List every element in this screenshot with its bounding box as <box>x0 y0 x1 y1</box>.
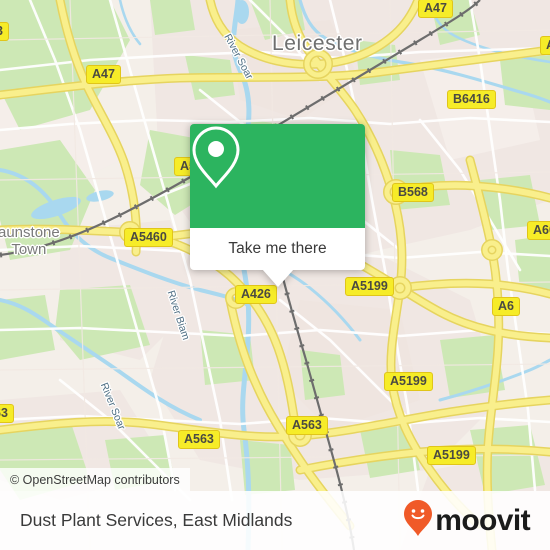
road-shield: A5460 <box>124 228 173 247</box>
footer-bar: Dust Plant Services, East Midlands moovi… <box>0 491 550 550</box>
road-shield: A <box>540 36 550 55</box>
road-shield: 3 <box>0 22 9 41</box>
moovit-smiley-pin-icon <box>403 499 433 542</box>
place-label-line2: Town <box>11 241 47 258</box>
map-attribution[interactable]: © OpenStreetMap contributors <box>0 468 190 491</box>
take-me-there-button[interactable]: Take me there <box>190 228 365 270</box>
location-title: Dust Plant Services, East Midlands <box>20 510 293 530</box>
road-shield: A426 <box>235 285 277 304</box>
take-me-there-label: Take me there <box>228 240 327 257</box>
road-shield: A563 <box>286 416 328 435</box>
road-shield: B568 <box>392 183 434 202</box>
popup-pointer <box>261 269 294 287</box>
map-canvas[interactable]: Leicester aunstone Town River Soar River… <box>0 0 550 550</box>
moovit-logo[interactable]: moovit <box>403 499 531 542</box>
map-label-braunstone-town: aunstone Town <box>0 224 60 258</box>
road-shield: A6 <box>492 297 520 316</box>
road-shield: A60 <box>527 221 550 240</box>
map-label-leicester: Leicester <box>272 32 363 55</box>
road-shield: A5199 <box>345 277 394 296</box>
road-shield: A47 <box>86 65 121 84</box>
popup-icon-panel <box>190 124 365 228</box>
destination-popup[interactable]: Take me there <box>190 124 365 287</box>
attribution-label: © OpenStreetMap contributors <box>10 472 180 487</box>
road-shield: A5199 <box>427 446 476 465</box>
moovit-wordmark: moovit <box>435 503 530 537</box>
road-shield: 63 <box>0 404 14 423</box>
road-shield: A47 <box>418 0 453 18</box>
road-shield: A5199 <box>384 372 433 391</box>
road-shield: A563 <box>178 430 220 449</box>
moovit-map-screen: Leicester aunstone Town River Soar River… <box>0 0 550 550</box>
place-label-line1: aunstone <box>0 224 60 241</box>
road-shield: B6416 <box>447 90 496 109</box>
